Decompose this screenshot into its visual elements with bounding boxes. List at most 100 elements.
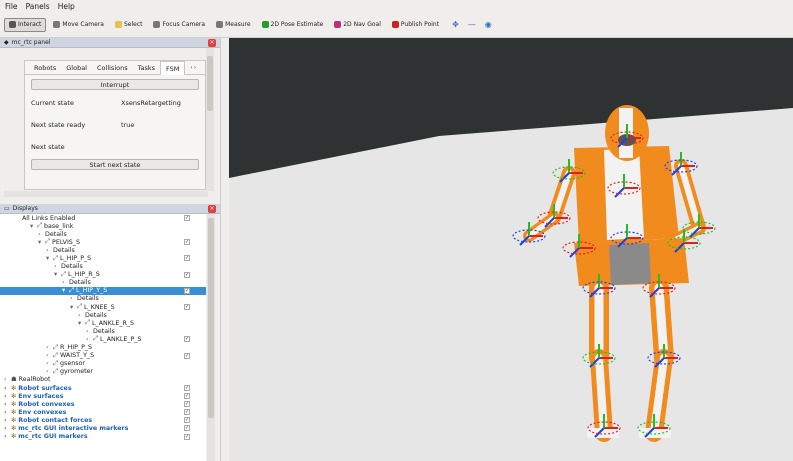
collapse-arrow-icon[interactable]: › — [46, 352, 53, 359]
collapse-arrow-icon[interactable]: › — [46, 368, 53, 375]
tree-item[interactable]: ▾ ⤢ L_HIP_P_S ✓ — [0, 254, 206, 262]
panel-vertical-scrollbar[interactable] — [206, 48, 214, 191]
view-icon[interactable]: ◉ — [485, 20, 492, 29]
tree-item[interactable]: › ⤢ L_ANKLE_P_S ✓ — [0, 335, 206, 343]
collapse-arrow-icon[interactable]: › — [86, 328, 93, 335]
2d-pose-estimate-tool[interactable]: 2D Pose Estimate — [258, 18, 328, 32]
tree-item[interactable]: ▾ ⤢ PELVIS_S ✓ — [0, 238, 206, 246]
tree-item[interactable]: › ✻ Robot contact forces ✓ — [0, 416, 206, 424]
expand-arrow-icon[interactable]: ▾ — [38, 239, 45, 246]
plus-icon[interactable]: ✥ — [452, 20, 459, 29]
collapse-arrow-icon[interactable]: › — [62, 279, 69, 286]
tree-item[interactable]: › ⤢ gyrometer — [0, 368, 206, 376]
checkbox[interactable]: ✓ — [184, 352, 190, 359]
expand-arrow-icon[interactable]: ▾ — [30, 223, 37, 230]
collapse-arrow-icon[interactable]: › — [4, 385, 11, 392]
select-tool[interactable]: Select — [111, 18, 147, 32]
collapse-arrow-icon[interactable]: › — [4, 393, 11, 400]
tree-item[interactable]: ▾ ⤢ L_ANKLE_R_S — [0, 319, 206, 327]
collapse-arrow-icon[interactable]: › — [4, 417, 11, 424]
collapse-arrow-icon[interactable]: › — [46, 247, 53, 254]
tree-item[interactable]: › ✻ mc_rtc GUI interactive markers ✓ — [0, 424, 206, 432]
tab-global[interactable]: Global — [61, 61, 92, 75]
expand-arrow-icon[interactable]: ▾ — [54, 271, 61, 278]
tree-item[interactable]: › Details — [0, 295, 206, 303]
tree-item[interactable]: › ✻ Robot surfaces ✓ — [0, 384, 206, 392]
tree-item[interactable]: › ✻ mc_rtc GUI markers ✓ — [0, 433, 206, 441]
tab-collisions[interactable]: Collisions — [92, 61, 133, 75]
tree-item[interactable]: › Details — [0, 263, 206, 271]
collapse-arrow-icon[interactable]: › — [4, 376, 11, 383]
checkbox[interactable]: ✓ — [184, 304, 190, 311]
start-next-state-button[interactable]: Start next state — [31, 159, 199, 170]
collapse-arrow-icon[interactable]: › — [38, 231, 45, 238]
interrupt-button[interactable]: Interrupt — [31, 79, 199, 90]
checkbox[interactable]: ✓ — [184, 409, 190, 416]
close-icon[interactable]: × — [208, 39, 216, 47]
tree-item[interactable]: ▾ ⤢ L_HIP_R_S ✓ — [0, 271, 206, 279]
collapse-arrow-icon[interactable]: › — [4, 425, 11, 432]
checkbox[interactable]: ✓ — [184, 401, 190, 408]
tree-item[interactable]: › ✻ Robot convexes ✓ — [0, 400, 206, 408]
close-icon[interactable]: × — [208, 205, 216, 213]
expand-arrow-icon[interactable]: ▾ — [62, 287, 69, 294]
current-state-row: Current state XsensRetargetting — [25, 94, 205, 112]
menu-help[interactable]: Help — [58, 2, 75, 11]
tree-item[interactable]: › ⤢ gsensor — [0, 360, 206, 368]
menu-file[interactable]: File — [5, 2, 18, 11]
expand-arrow-icon[interactable]: ▾ — [46, 255, 53, 262]
tree-item[interactable]: › Details — [0, 230, 206, 238]
2d-nav-goal-tool[interactable]: 2D Nav Goal — [330, 18, 385, 32]
displays-scrollbar[interactable] — [207, 214, 215, 461]
tree-item[interactable]: › Details — [0, 246, 206, 254]
collapse-arrow-icon[interactable]: › — [46, 360, 53, 367]
tab-tasks[interactable]: Tasks — [133, 61, 160, 75]
collapse-arrow-icon[interactable]: › — [86, 336, 93, 343]
tree-item[interactable]: ▾ ⤢ base_link — [0, 222, 206, 230]
checkbox[interactable]: ✓ — [184, 287, 190, 294]
dock-splitter[interactable] — [220, 38, 229, 461]
tree-item[interactable]: › Details — [0, 311, 206, 319]
checkbox[interactable]: ✓ — [184, 255, 190, 262]
checkbox[interactable]: ✓ — [184, 425, 190, 432]
checkbox[interactable]: ✓ — [184, 393, 190, 400]
panel-horizontal-scrollbar[interactable] — [4, 191, 208, 197]
checkbox[interactable]: ✓ — [184, 433, 190, 440]
collapse-arrow-icon[interactable]: › — [4, 409, 11, 416]
expand-arrow-icon[interactable]: ▾ — [70, 304, 77, 311]
tree-item[interactable]: › Details — [0, 327, 206, 335]
collapse-arrow-icon[interactable]: › — [78, 312, 85, 319]
tree-item[interactable]: All Links Enabled ✓ — [0, 214, 206, 222]
checkbox[interactable]: ✓ — [184, 215, 190, 221]
focus-camera-tool[interactable]: Focus Camera — [149, 18, 209, 32]
tree-item[interactable]: › ☗ RealRobot — [0, 376, 206, 384]
tree-item[interactable]: ▾ ⤢ L_HIP_Y_S ✓ — [0, 286, 206, 295]
tab-scroll-arrows[interactable]: ‹ › — [185, 61, 201, 75]
collapse-arrow-icon[interactable]: › — [4, 401, 11, 408]
collapse-arrow-icon[interactable]: › — [46, 344, 53, 351]
tree-item[interactable]: ▾ ⤢ L_KNEE_S ✓ — [0, 303, 206, 311]
move-camera-tool[interactable]: Move Camera — [49, 18, 108, 32]
checkbox[interactable]: ✓ — [184, 417, 190, 424]
3d-viewport[interactable] — [229, 38, 793, 461]
measure-tool[interactable]: Measure — [212, 18, 255, 32]
tree-item[interactable]: › ✻ Env convexes ✓ — [0, 408, 206, 416]
tree-item[interactable]: › Details — [0, 279, 206, 287]
tree-item[interactable]: › ✻ Env surfaces ✓ — [0, 392, 206, 400]
tab-fsm[interactable]: FSM — [160, 60, 186, 75]
interact-tool[interactable]: Interact — [4, 17, 47, 32]
expand-arrow-icon[interactable]: ▾ — [78, 320, 85, 327]
checkbox[interactable]: ✓ — [184, 336, 190, 343]
tree-item[interactable]: › ⤢ R_HIP_P_S — [0, 344, 206, 352]
collapse-arrow-icon[interactable]: › — [4, 433, 11, 440]
tree-item[interactable]: › ⤢ WAIST_Y_S ✓ — [0, 352, 206, 360]
publish-point-tool[interactable]: Publish Point — [388, 18, 443, 32]
collapse-arrow-icon[interactable]: › — [70, 295, 77, 302]
checkbox[interactable]: ✓ — [184, 384, 190, 391]
collapse-arrow-icon[interactable]: › — [54, 263, 61, 270]
checkbox[interactable]: ✓ — [184, 239, 190, 246]
checkbox[interactable]: ✓ — [184, 271, 190, 278]
tab-robots[interactable]: Robots — [29, 61, 61, 75]
minus-icon[interactable]: — — [468, 20, 476, 29]
menu-panels[interactable]: Panels — [26, 2, 50, 11]
